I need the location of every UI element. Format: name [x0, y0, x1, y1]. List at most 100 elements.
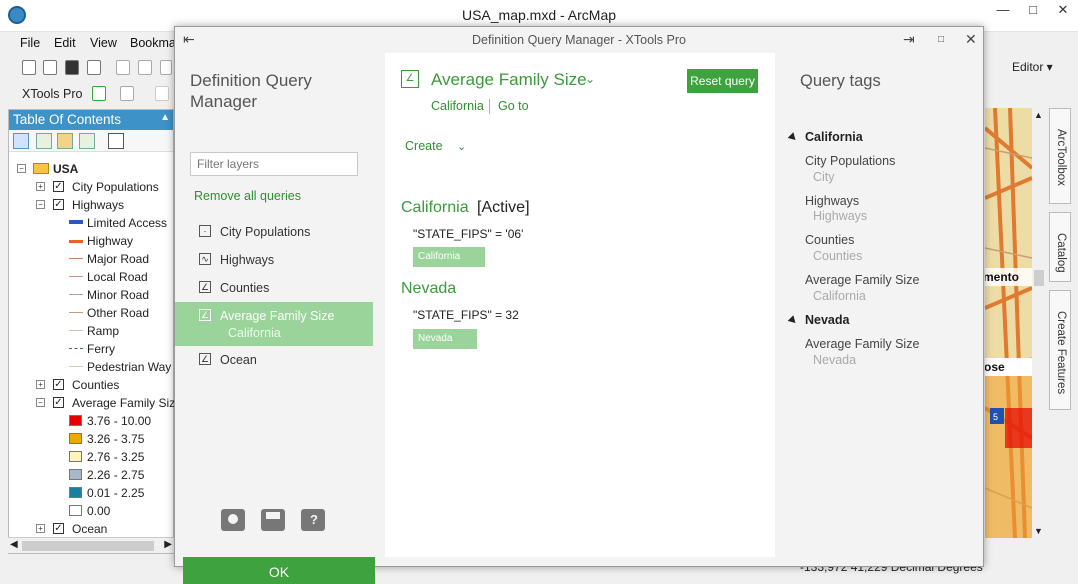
ok-button[interactable]: OK	[183, 557, 375, 584]
color-swatch[interactable]	[69, 505, 82, 516]
tag-group-header[interactable]: Nevada	[787, 313, 849, 327]
expand-icon[interactable]: +	[36, 182, 45, 191]
cut-icon[interactable]	[116, 60, 130, 75]
list-by-visibility-icon[interactable]	[57, 133, 73, 149]
open-icon[interactable]	[43, 60, 57, 75]
collapse-right-icon[interactable]: ⇥	[903, 31, 915, 48]
toc-horizontal-scrollbar[interactable]: ◀ ▶	[8, 537, 174, 553]
reset-query-button[interactable]: Reset query	[687, 69, 758, 93]
expand-icon[interactable]: +	[36, 380, 45, 389]
print-icon[interactable]	[87, 60, 101, 75]
query-tag[interactable]: Nevada	[413, 329, 477, 349]
create-query-button[interactable]: Create	[405, 139, 443, 153]
xtools-download-icon[interactable]	[92, 86, 106, 101]
color-swatch[interactable]	[69, 433, 82, 444]
save-icon[interactable]	[65, 60, 79, 75]
menu-bookmarks[interactable]: Bookmarks	[130, 36, 174, 50]
layer-list-item[interactable]: ∠ Counties	[175, 274, 373, 302]
tag-group-header[interactable]: California	[787, 130, 863, 144]
layer-checkbox[interactable]: ✓	[53, 397, 64, 408]
arctoolbox-tab-label: ArcToolbox	[1055, 129, 1067, 186]
options-icon[interactable]	[108, 133, 124, 149]
toc-toolbar	[9, 130, 173, 152]
query-heading[interactable]: California [Active]	[401, 199, 530, 217]
color-swatch[interactable]	[69, 415, 82, 426]
close-icon[interactable]: ✕	[1048, 0, 1078, 22]
toc-layer-row[interactable]: + ✓ Counties	[9, 376, 169, 394]
list-by-selection-icon[interactable]	[79, 133, 95, 149]
layer-checkbox[interactable]: ✓	[53, 523, 64, 534]
layer-checkbox[interactable]: ✓	[53, 379, 64, 390]
remove-all-queries-link[interactable]: Remove all queries	[194, 189, 301, 203]
layer-list-item[interactable]: ∠ Ocean	[175, 346, 373, 374]
color-swatch[interactable]	[69, 451, 82, 462]
minimize-icon[interactable]: —	[988, 0, 1018, 22]
collapse-icon[interactable]: −	[36, 398, 45, 407]
query-tag[interactable]: California	[413, 247, 485, 267]
tag-layer-name[interactable]: Average Family Size	[805, 273, 919, 287]
menu-view[interactable]: View	[90, 36, 117, 50]
help-clipboard-icon[interactable]: ?	[301, 509, 325, 531]
filter-layers-input[interactable]	[190, 152, 358, 176]
chevron-down-icon[interactable]: ⌄	[457, 140, 466, 153]
new-document-icon[interactable]	[22, 60, 36, 75]
scroll-right-icon[interactable]: ▶	[164, 539, 172, 550]
xtools-toolbar-label[interactable]: XTools Pro	[22, 87, 82, 101]
paste-icon[interactable]	[160, 60, 172, 75]
close-icon[interactable]: ✕	[965, 31, 977, 48]
collapse-triangle-icon[interactable]	[787, 315, 799, 326]
toc-layer-row[interactable]: − ✓ Highways	[9, 196, 169, 214]
query-expression[interactable]: "STATE_FIPS" = '06'	[413, 227, 523, 241]
catalog-tab[interactable]: Catalog	[1049, 212, 1071, 282]
arctoolbox-tab[interactable]: ArcToolbox	[1049, 108, 1071, 204]
toc-root-row[interactable]: − USA	[9, 160, 169, 178]
layer-checkbox[interactable]: ✓	[53, 181, 64, 192]
query-heading[interactable]: Nevada	[401, 280, 456, 298]
list-by-drawing-order-icon[interactable]	[13, 133, 29, 149]
chevron-down-icon[interactable]: ⌄	[585, 72, 595, 86]
editor-layer-title[interactable]: Average Family Size	[431, 70, 587, 90]
xtools-edit-icon[interactable]	[155, 86, 169, 101]
map-vertical-scrollbar[interactable]: ▲ ▼	[1032, 108, 1046, 538]
expand-icon[interactable]: +	[36, 524, 45, 533]
layer-list-item-selected[interactable]: ∠ Average Family Size California	[175, 302, 373, 346]
layer-checkbox[interactable]: ✓	[53, 199, 64, 210]
collapse-triangle-icon[interactable]	[787, 132, 799, 143]
scroll-left-icon[interactable]: ◀	[10, 539, 18, 550]
color-swatch[interactable]	[69, 487, 82, 498]
menu-edit[interactable]: Edit	[54, 36, 76, 50]
list-by-source-icon[interactable]	[36, 133, 52, 149]
copy-icon[interactable]	[138, 60, 152, 75]
map-view[interactable]: ose mento 5	[985, 108, 1032, 538]
go-to-link[interactable]: Go to	[498, 99, 529, 113]
tag-layer-name[interactable]: City Populations	[805, 154, 895, 168]
legend-class-label: Major Road	[87, 252, 150, 266]
xtools-table-icon[interactable]	[120, 86, 134, 101]
tag-layer-name[interactable]: Highways	[805, 194, 859, 208]
menu-file[interactable]: File	[20, 36, 40, 50]
camera-icon[interactable]	[221, 509, 245, 531]
side-dock-tabs: ArcToolbox Catalog Create Features	[1049, 108, 1071, 418]
editor-menu-button[interactable]: Editor ▾	[1012, 60, 1053, 74]
collapse-icon[interactable]: −	[36, 200, 45, 209]
layer-list-item[interactable]: ∿ Highways	[175, 246, 373, 274]
active-state-link[interactable]: California	[431, 99, 484, 113]
scroll-thumb[interactable]	[1034, 270, 1044, 286]
toc-layer-row[interactable]: − ✓ Average Family Size	[9, 394, 175, 412]
collapse-icon[interactable]: −	[17, 164, 26, 173]
tag-layer-name[interactable]: Average Family Size	[805, 337, 919, 351]
tag-layer-name[interactable]: Counties	[805, 233, 854, 247]
layer-list-item[interactable]: · City Populations	[175, 218, 373, 246]
create-features-tab[interactable]: Create Features	[1049, 290, 1071, 410]
color-swatch[interactable]	[69, 469, 82, 480]
maximize-icon[interactable]: □	[1018, 0, 1048, 22]
scroll-down-icon[interactable]: ▼	[1034, 526, 1043, 536]
pin-icon[interactable]: ▲	[160, 112, 170, 123]
toc-layer-row[interactable]: + ✓ Ocean	[9, 520, 169, 538]
maximize-icon[interactable]: □	[938, 34, 944, 45]
query-expression[interactable]: "STATE_FIPS" = 32	[413, 308, 519, 322]
save-icon[interactable]	[261, 509, 285, 531]
scroll-thumb[interactable]	[22, 541, 154, 551]
toc-layer-row[interactable]: + ✓ City Populations	[9, 178, 169, 196]
scroll-up-icon[interactable]: ▲	[1034, 110, 1043, 120]
